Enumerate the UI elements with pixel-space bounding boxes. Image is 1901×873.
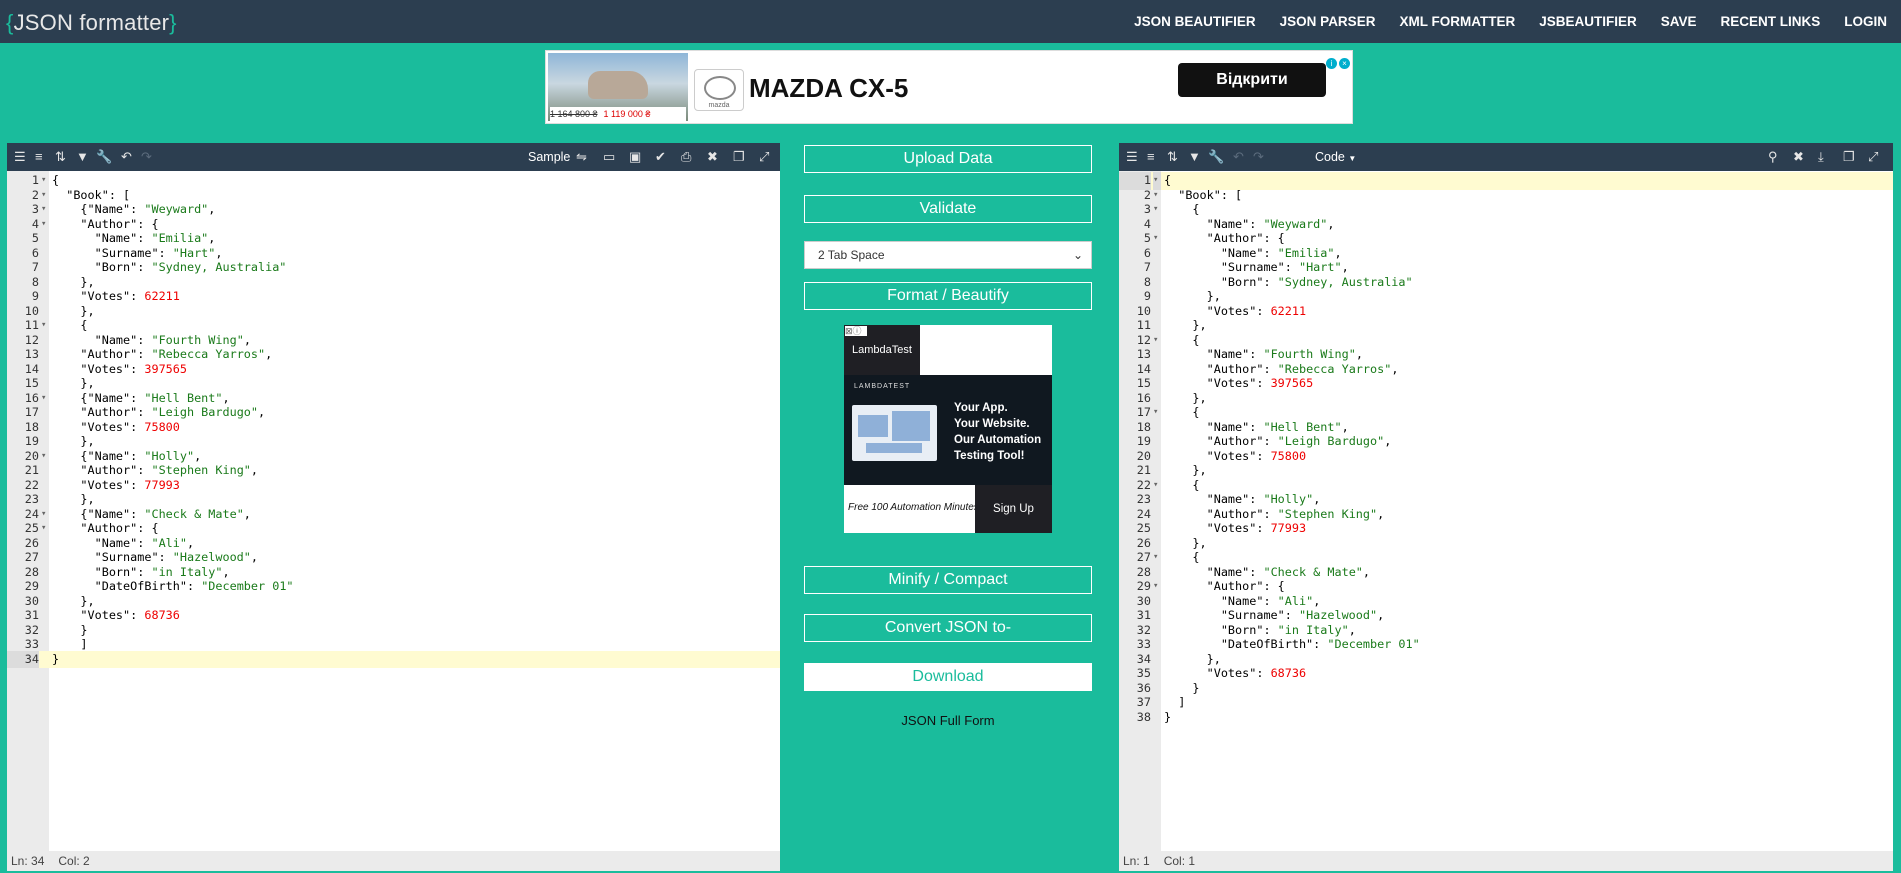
save-icon[interactable]: ▣ — [629, 149, 641, 165]
cursor-col: Col: 2 — [58, 854, 90, 868]
ad-open-button[interactable]: Відкрити — [1178, 63, 1326, 97]
filter-icon[interactable]: ▼ — [1188, 149, 1201, 165]
filter-icon[interactable]: ▼ — [76, 149, 89, 165]
repair-wrench-icon[interactable]: 🔧 — [96, 149, 112, 165]
nav-save[interactable]: SAVE — [1661, 14, 1697, 29]
copy-icon[interactable]: ❐ — [1843, 149, 1855, 165]
output-editor-toolbar: ☰ ≡ ⇅ ▼ 🔧 ↶ ↷ Code ▼ ⚲ ✖ ⤓ ❐ ⤢ — [1119, 143, 1893, 171]
input-code-area[interactable]: 1 ▾{2 ▾ "Book": [3 ▾ {"Name": "Weyward", 4 ▾ … — [7, 171, 780, 851]
convert-json-button[interactable]: Convert JSON to- — [804, 614, 1092, 642]
input-statusbar: Ln: 34 Col: 2 — [7, 851, 780, 871]
nav-json-parser[interactable]: JSON PARSER — [1280, 14, 1376, 29]
lambdatest-hero-brand: LAMBDATEST — [854, 383, 911, 390]
output-editor-panel: ☰ ≡ ⇅ ▼ 🔧 ↶ ↷ Code ▼ ⚲ ✖ ⤓ ❐ ⤢ 1 ▾{2 ▾ "Bo… — [1119, 143, 1893, 871]
format-icon[interactable]: ☰ — [14, 149, 26, 165]
usb-icon[interactable]: ⇋ — [576, 149, 587, 165]
ad-new-price: 1 119 000 ₴ — [603, 109, 651, 119]
lambdatest-signup-button[interactable]: Sign Up — [975, 485, 1052, 533]
validate-button[interactable]: Validate — [804, 195, 1092, 223]
lambdatest-hero: LAMBDATEST Your App. Your Website. Our A… — [844, 375, 1052, 485]
nav-login[interactable]: LOGIN — [1844, 14, 1887, 29]
output-code-area[interactable]: 1 ▾{2 ▾ "Book": [3 ▾ {4 "Name": "Weyward", 5… — [1119, 171, 1893, 851]
code-line[interactable]: 38} — [1119, 709, 1893, 727]
ad-choices-icon[interactable]: i × — [1324, 53, 1350, 69]
mode-select[interactable]: Code ▼ — [1315, 150, 1356, 164]
code-line[interactable]: 34} — [7, 650, 780, 668]
compact-icon[interactable]: ≡ — [1147, 149, 1155, 165]
top-navbar: {JSON formatter} JSON BEAUTIFIER JSON PA… — [0, 0, 1901, 43]
fullscreen-icon[interactable]: ⤢ — [1868, 149, 1878, 165]
nav-json-beautifier[interactable]: JSON BEAUTIFIER — [1134, 14, 1256, 29]
nav-recent-links[interactable]: RECENT LINKS — [1720, 14, 1820, 29]
logo-brace-open: { — [6, 10, 14, 35]
lambdatest-footer: Free 100 Automation Minutes Sign Up — [844, 485, 1052, 533]
mode-select-value: Code — [1315, 150, 1345, 164]
print-icon[interactable]: ⎙ — [681, 149, 691, 165]
upload-data-button[interactable]: Upload Data — [804, 145, 1092, 173]
top-banner-ad[interactable]: 1 164 800 ₴ 1 119 000 ₴ mazda MAZDA CX-5 … — [545, 50, 1353, 124]
code-text: } — [1164, 709, 1172, 724]
output-statusbar: Ln: 1 Col: 1 — [1119, 851, 1893, 871]
copy-icon[interactable]: ❐ — [733, 149, 745, 165]
download-icon[interactable]: ⤓ — [1818, 149, 1824, 165]
caret-down-icon: ▼ — [1348, 154, 1357, 163]
logo-brace-close: } — [169, 10, 177, 35]
cursor-line: Ln: 1 — [1123, 854, 1150, 868]
input-editor-toolbar: ☰ ≡ ⇅ ▼ 🔧 ↶ ↷ Sample ⇋ ▭ ▣ ✔ ⎙ ✖ ❐ ⤢ — [7, 143, 780, 171]
lambdatest-copy: Your App. Your Website. Our Automation T… — [954, 402, 1042, 462]
repair-wrench-icon[interactable]: 🔧 — [1208, 149, 1224, 165]
download-button[interactable]: Download — [804, 663, 1092, 691]
chevron-down-icon: ⌄ — [1072, 248, 1083, 262]
indent-select[interactable]: 2 Tab Space ⌄ — [804, 241, 1092, 269]
json-full-form-link[interactable]: JSON Full Form — [804, 713, 1092, 728]
sort-icon[interactable]: ⇅ — [55, 149, 66, 165]
sample-button[interactable]: Sample — [528, 150, 570, 164]
ad-price: 1 164 800 ₴ 1 119 000 ₴ — [550, 107, 686, 121]
format-beautify-button[interactable]: Format / Beautify — [804, 282, 1092, 310]
open-folder-icon[interactable]: ▭ — [603, 149, 615, 165]
format-icon[interactable]: ☰ — [1126, 149, 1138, 165]
pin-icon[interactable]: ⚲ — [1768, 149, 1778, 165]
validate-check-icon[interactable]: ✔ — [655, 149, 666, 165]
minify-compact-button[interactable]: Minify / Compact — [804, 566, 1092, 594]
mazda-logo-ring — [704, 76, 736, 100]
main-nav: JSON BEAUTIFIER JSON PARSER XML FORMATTE… — [1110, 0, 1901, 43]
clear-icon[interactable]: ✖ — [707, 149, 718, 165]
ad-old-price: 1 164 800 ₴ — [550, 109, 598, 119]
ad-info-icon[interactable]: i — [1326, 58, 1337, 69]
code-text: } — [52, 651, 60, 666]
line-number: 38 — [1136, 709, 1151, 724]
ad-car-image: 1 164 800 ₴ 1 119 000 ₴ — [548, 53, 688, 121]
ad-headline: MAZDA CX-5 — [749, 73, 909, 103]
mazda-logo-text: mazda — [708, 102, 730, 109]
compact-icon[interactable]: ≡ — [35, 149, 43, 165]
lambdatest-free-minutes: Free 100 Automation Minutes — [848, 502, 979, 513]
fullscreen-icon[interactable]: ⤢ — [759, 149, 769, 165]
redo-icon[interactable]: ↷ — [1253, 149, 1264, 165]
clear-icon[interactable]: ✖ — [1793, 149, 1804, 165]
ad-close-icon[interactable]: × — [1339, 58, 1350, 69]
logo-text: JSON formatter — [13, 10, 170, 35]
sort-icon[interactable]: ⇅ — [1167, 149, 1178, 165]
screen-mockup-icon — [852, 405, 937, 461]
car-shape — [588, 71, 648, 99]
undo-icon[interactable]: ↶ — [1233, 149, 1244, 165]
nav-xml-formatter[interactable]: XML FORMATTER — [1399, 14, 1515, 29]
line-number: 34 — [7, 650, 39, 668]
mazda-logo-icon: mazda — [694, 69, 744, 111]
redo-icon[interactable]: ↷ — [141, 149, 152, 165]
cursor-col: Col: 1 — [1163, 854, 1196, 868]
site-logo[interactable]: {JSON formatter} — [6, 10, 177, 36]
nav-jsbeautifier[interactable]: JSBEAUTIFIER — [1539, 14, 1637, 29]
indent-select-value: 2 Tab Space — [818, 248, 885, 262]
lambdatest-ad[interactable]: LambdaTest ⊠ⓘ LAMBDATEST Your App. Your … — [844, 325, 1052, 533]
ad-close-icon[interactable]: ⊠ⓘ — [845, 326, 867, 336]
cursor-line: Ln: 34 — [11, 854, 45, 868]
undo-icon[interactable]: ↶ — [121, 149, 132, 165]
input-editor-panel: ☰ ≡ ⇅ ▼ 🔧 ↶ ↷ Sample ⇋ ▭ ▣ ✔ ⎙ ✖ ❐ ⤢ 1 ▾{… — [7, 143, 780, 871]
